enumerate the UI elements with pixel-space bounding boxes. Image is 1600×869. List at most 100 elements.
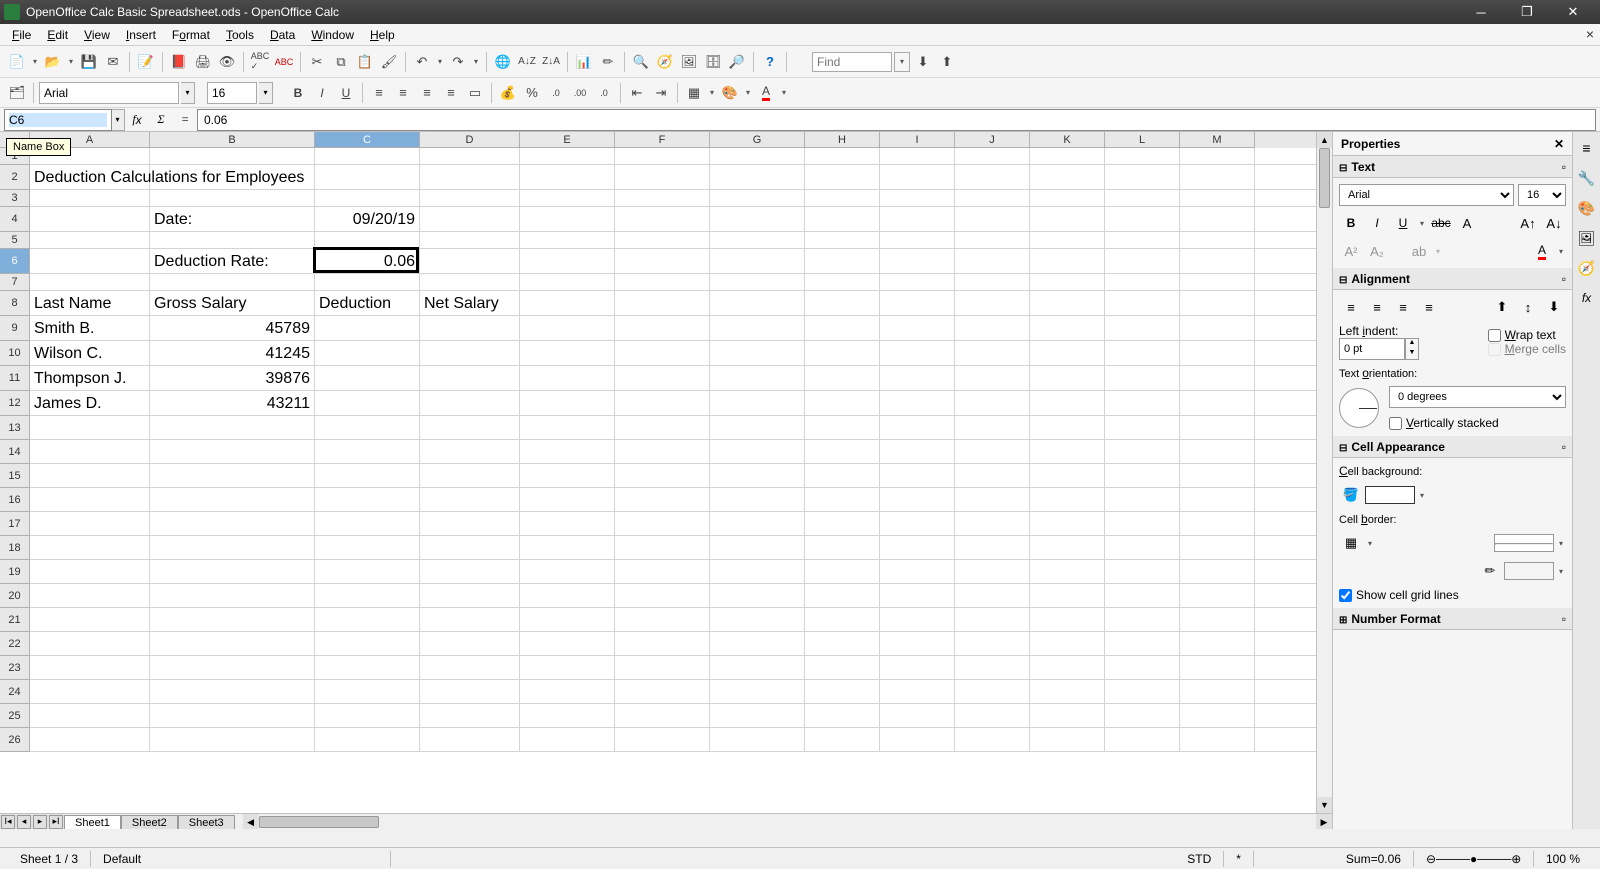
cut-icon[interactable]: ✂ — [306, 51, 328, 73]
cell-B8[interactable]: Gross Salary — [150, 291, 315, 316]
cell-D18[interactable] — [420, 536, 520, 560]
cell-J13[interactable] — [955, 416, 1030, 440]
cell-L19[interactable] — [1105, 560, 1180, 584]
cell-D7[interactable] — [420, 274, 520, 291]
cell-L7[interactable] — [1105, 274, 1180, 291]
cell-I16[interactable] — [880, 488, 955, 512]
cell-F25[interactable] — [615, 704, 710, 728]
cell-I17[interactable] — [880, 512, 955, 536]
cell-M1[interactable] — [1180, 148, 1255, 165]
cell-K26[interactable] — [1030, 728, 1105, 752]
align-left-button[interactable]: ≡ — [368, 82, 390, 104]
sidebar-highlight-dropdown[interactable]: ▾ — [1433, 247, 1443, 256]
cell-B26[interactable] — [150, 728, 315, 752]
prev-sheet-button[interactable]: ◂ — [17, 815, 31, 829]
gallery-icon[interactable]: 🖼 — [678, 51, 700, 73]
cell-I12[interactable] — [880, 391, 955, 416]
bold-button[interactable]: B — [287, 82, 309, 104]
cell-E3[interactable] — [520, 190, 615, 207]
cell-D4[interactable] — [420, 207, 520, 232]
cell-H22[interactable] — [805, 632, 880, 656]
cell-K16[interactable] — [1030, 488, 1105, 512]
sort-desc-icon[interactable]: Z↓A — [540, 51, 562, 73]
cell-J3[interactable] — [955, 190, 1030, 207]
styles-icon[interactable]: 🗂 — [6, 82, 28, 104]
cell-C12[interactable] — [315, 391, 420, 416]
name-box[interactable] — [4, 109, 112, 131]
cell-F14[interactable] — [615, 440, 710, 464]
cell-D5[interactable] — [420, 232, 520, 249]
cell-A23[interactable] — [30, 656, 150, 680]
orientation-dial[interactable] — [1339, 388, 1379, 428]
export-pdf-icon[interactable]: 📕 — [168, 51, 190, 73]
status-selection-mode[interactable]: * — [1224, 851, 1254, 867]
vertical-scroll-thumb[interactable] — [1319, 148, 1330, 208]
cell-K21[interactable] — [1030, 608, 1105, 632]
horizontal-scrollbar[interactable]: ◀ ▶ — [243, 814, 1332, 829]
cell-M23[interactable] — [1180, 656, 1255, 680]
cell-L13[interactable] — [1105, 416, 1180, 440]
cell-A25[interactable] — [30, 704, 150, 728]
indent-input[interactable] — [1339, 338, 1405, 360]
cell-E1[interactable] — [520, 148, 615, 165]
cell-A7[interactable] — [30, 274, 150, 291]
cell-K17[interactable] — [1030, 512, 1105, 536]
cell-D6[interactable] — [420, 249, 520, 274]
row-header-13[interactable]: 13 — [0, 416, 30, 440]
cell-F6[interactable] — [615, 249, 710, 274]
gallery-deck-icon[interactable]: 🖼 — [1577, 228, 1597, 248]
cell-H15[interactable] — [805, 464, 880, 488]
properties-deck-icon[interactable]: 🔧 — [1577, 168, 1597, 188]
cell-C1[interactable] — [315, 148, 420, 165]
cell-F15[interactable] — [615, 464, 710, 488]
cell-B13[interactable] — [150, 416, 315, 440]
cell-D10[interactable] — [420, 341, 520, 366]
show-draw-icon[interactable]: ✏ — [597, 51, 619, 73]
cell-F3[interactable] — [615, 190, 710, 207]
cell-J17[interactable] — [955, 512, 1030, 536]
borders-dropdown[interactable]: ▾ — [707, 88, 717, 97]
row-header-3[interactable]: 3 — [0, 190, 30, 207]
row-header-20[interactable]: 20 — [0, 584, 30, 608]
cell-A10[interactable]: Wilson C. — [30, 341, 150, 366]
cell-K12[interactable] — [1030, 391, 1105, 416]
sidebar-superscript-button[interactable]: A² — [1339, 240, 1363, 262]
status-sum[interactable]: Sum=0.06 — [1254, 851, 1414, 867]
paste-icon[interactable]: 📋 — [354, 51, 376, 73]
gridlines-checkbox[interactable] — [1339, 589, 1352, 602]
cell-G16[interactable] — [710, 488, 805, 512]
cell-C2[interactable] — [315, 165, 420, 190]
cell-E2[interactable] — [520, 165, 615, 190]
sidebar-italic-button[interactable]: I — [1365, 212, 1389, 234]
cell-L4[interactable] — [1105, 207, 1180, 232]
text-panel-more-icon[interactable]: ▫ — [1562, 160, 1566, 174]
cell-D23[interactable] — [420, 656, 520, 680]
save-icon[interactable]: 💾 — [78, 51, 100, 73]
cell-E18[interactable] — [520, 536, 615, 560]
cell-M6[interactable] — [1180, 249, 1255, 274]
cell-D13[interactable] — [420, 416, 520, 440]
cell-L1[interactable] — [1105, 148, 1180, 165]
cell-J12[interactable] — [955, 391, 1030, 416]
cell-I14[interactable] — [880, 440, 955, 464]
cell-E9[interactable] — [520, 316, 615, 341]
cell-D15[interactable] — [420, 464, 520, 488]
cell-H24[interactable] — [805, 680, 880, 704]
sidebar-strike-button[interactable]: abc — [1429, 212, 1453, 234]
last-sheet-button[interactable]: ▸I — [49, 815, 63, 829]
cell-K20[interactable] — [1030, 584, 1105, 608]
cell-B18[interactable] — [150, 536, 315, 560]
new-dropdown[interactable]: ▾ — [30, 57, 40, 66]
cell-L15[interactable] — [1105, 464, 1180, 488]
cell-H18[interactable] — [805, 536, 880, 560]
cell-C3[interactable] — [315, 190, 420, 207]
cell-C10[interactable] — [315, 341, 420, 366]
column-header-L[interactable]: L — [1105, 132, 1180, 148]
row-header-10[interactable]: 10 — [0, 341, 30, 366]
column-header-F[interactable]: F — [615, 132, 710, 148]
cell-G13[interactable] — [710, 416, 805, 440]
cell-G1[interactable] — [710, 148, 805, 165]
cell-G10[interactable] — [710, 341, 805, 366]
function-wizard-icon[interactable]: fx — [127, 110, 147, 130]
cell-C17[interactable] — [315, 512, 420, 536]
